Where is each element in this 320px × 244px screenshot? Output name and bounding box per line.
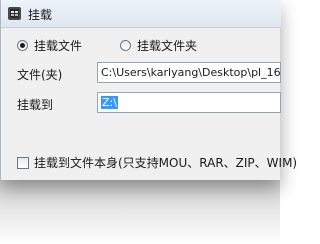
app-icon (8, 7, 21, 20)
file-path-field[interactable]: C:\Users\karlyang\Desktop\pl_16.5.4 (97, 62, 281, 83)
mount-target-field[interactable]: Z:\ (97, 92, 281, 113)
file-path-value: C:\Users\karlyang\Desktop\pl_16.5.4 (101, 66, 281, 79)
window-title: 挂载 (28, 8, 53, 22)
mount-target-value: Z:\ (101, 96, 118, 109)
mount-to-self-checkbox[interactable] (17, 156, 29, 169)
radio-mount-folder[interactable]: 挂载文件夹 (120, 36, 197, 54)
radio-mount-folder-label: 挂载文件夹 (137, 38, 198, 53)
radio-button-mount-folder[interactable] (120, 39, 131, 51)
radio-mount-file[interactable]: 挂载文件 (17, 36, 82, 54)
window-shadow (0, 180, 280, 244)
mount-to-label: 挂载到 (17, 98, 54, 112)
radio-mount-file-label: 挂载文件 (34, 38, 83, 53)
file-label: 文件(夹) (17, 68, 63, 82)
title-bar[interactable]: 挂载 (1, 0, 281, 28)
mount-to-self-label: 挂载到文件本身(只支持MOU、RAR、ZIP、WIM) (34, 156, 298, 170)
radio-button-mount-file[interactable] (17, 39, 28, 51)
mount-to-self-option[interactable]: 挂载到文件本身(只支持MOU、RAR、ZIP、WIM) (17, 154, 297, 171)
mount-dialog: 挂载 挂载文件 挂载文件夹 文件(夹) C:\Users\karlyang\De… (0, 0, 297, 180)
